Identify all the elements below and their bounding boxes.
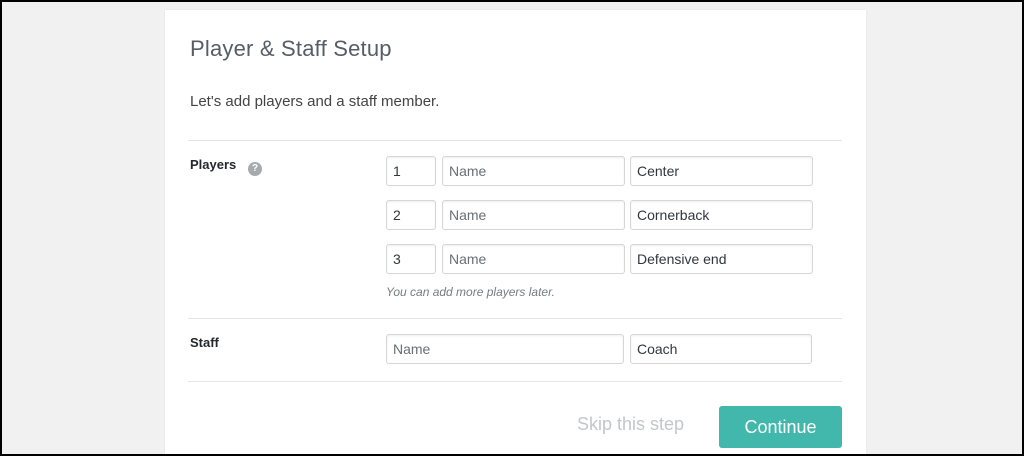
staff-name-input[interactable] [386, 334, 624, 364]
page-title: Player & Staff Setup [190, 36, 392, 61]
players-label: Players [190, 157, 237, 172]
continue-button[interactable]: Continue [719, 406, 842, 448]
divider [188, 381, 842, 382]
player-2-number-input[interactable] [386, 200, 436, 230]
window-frame: Player & Staff Setup Let's add players a… [0, 0, 1024, 456]
player-3-name-input[interactable] [442, 244, 625, 274]
skip-step-link[interactable]: Skip this step [577, 414, 684, 435]
divider [188, 140, 842, 141]
player-1-name-input[interactable] [442, 156, 625, 186]
player-2-position-input[interactable] [630, 200, 813, 230]
player-3-position-input[interactable] [630, 244, 813, 274]
player-3-number-input[interactable] [386, 244, 436, 274]
divider [188, 318, 842, 319]
staff-label: Staff [190, 335, 219, 350]
staff-role-input[interactable] [630, 334, 812, 364]
player-1-number-input[interactable] [386, 156, 436, 186]
player-2-name-input[interactable] [442, 200, 625, 230]
intro-text: Let's add players and a staff member. [190, 93, 440, 110]
players-hint: You can add more players later. [386, 285, 555, 299]
setup-card: Player & Staff Setup Let's add players a… [165, 10, 866, 454]
player-1-position-input[interactable] [630, 156, 813, 186]
help-icon[interactable]: ? [248, 162, 262, 176]
